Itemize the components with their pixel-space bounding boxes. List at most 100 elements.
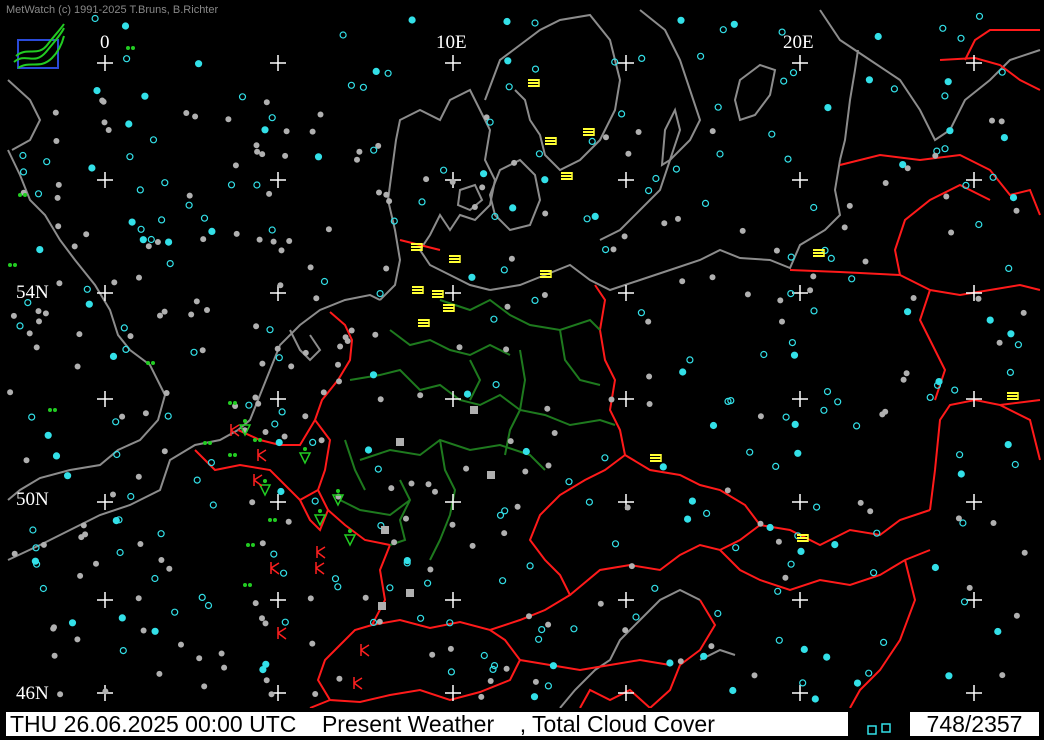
station-circle-icon xyxy=(374,465,382,473)
station-circle-icon xyxy=(941,92,949,100)
fog-symbol-icon xyxy=(797,534,809,542)
border-germany-east xyxy=(594,284,626,456)
station-circle-icon xyxy=(199,347,206,354)
station-circle-icon xyxy=(139,236,147,244)
station-count: 748/2357 xyxy=(908,710,1041,738)
weather-map: MetWatch (c) 1991-2025 T.Bruns, B.Richte… xyxy=(0,0,1044,740)
station-circle-icon xyxy=(440,166,448,174)
station-circle-icon xyxy=(88,164,96,172)
station-circle-icon xyxy=(522,447,530,456)
station-circle-icon xyxy=(196,655,203,662)
station-circle-icon xyxy=(195,60,203,68)
station-circle-icon xyxy=(270,238,277,245)
station-circle-icon xyxy=(100,98,107,105)
grid-cross-icon xyxy=(445,494,461,510)
station-circle-icon xyxy=(570,625,578,633)
station-circle-icon xyxy=(986,316,994,324)
grid-cross-icon xyxy=(445,285,461,301)
station-circle-icon xyxy=(760,350,768,359)
station-circle-icon xyxy=(427,566,434,573)
station-circle-icon xyxy=(610,246,617,253)
station-circle-icon xyxy=(118,614,126,622)
station-circle-icon xyxy=(935,378,943,386)
station-circle-icon xyxy=(33,344,40,351)
station-circle-icon xyxy=(709,128,716,135)
coastlines xyxy=(7,9,1041,708)
station-circle-icon xyxy=(178,641,184,648)
station-circle-icon xyxy=(807,287,814,294)
station-circle-icon xyxy=(501,507,509,515)
station-circle-icon xyxy=(507,438,514,445)
station-circle-icon xyxy=(80,522,87,529)
station-circle-icon xyxy=(508,255,515,262)
station-circle-icon xyxy=(372,67,380,76)
station-circle-icon xyxy=(165,238,173,246)
station-circle-icon xyxy=(503,17,511,26)
state-border-6 xyxy=(429,439,457,561)
station-square-icon xyxy=(406,589,414,597)
station-circle-icon xyxy=(882,180,889,186)
fog-symbol-icon xyxy=(540,270,552,278)
station-circle-icon xyxy=(136,186,144,194)
thunderstorm-symbol-icon xyxy=(360,644,370,657)
state-border-9 xyxy=(339,499,411,517)
station-circle-icon xyxy=(252,600,259,607)
station-circle-icon xyxy=(52,452,61,460)
grid-cross-icon xyxy=(270,592,286,608)
station-circle-icon xyxy=(157,312,163,319)
station-circle-icon xyxy=(632,613,640,621)
station-circle-icon xyxy=(489,665,497,674)
station-circle-icon xyxy=(990,520,997,526)
station-circle-icon xyxy=(545,621,552,628)
fog-symbol-icon xyxy=(528,79,540,87)
station-circle-icon xyxy=(23,457,30,464)
station-circle-icon xyxy=(608,396,615,403)
station-circle-icon xyxy=(541,292,548,298)
station-circle-icon xyxy=(135,595,142,602)
station-circle-icon xyxy=(127,492,135,501)
drizzle-symbol-icon xyxy=(126,46,135,50)
station-circle-icon xyxy=(254,148,261,155)
station-circle-icon xyxy=(645,318,652,325)
station-circle-icon xyxy=(617,110,626,118)
coastline-sweden xyxy=(484,13,622,172)
station-circle-icon xyxy=(732,544,740,552)
lat-label-54n: 54N xyxy=(16,282,49,303)
grid-cross-icon xyxy=(97,172,113,188)
state-border-8 xyxy=(559,329,601,386)
station-circle-icon xyxy=(325,226,332,233)
station-circle-icon xyxy=(621,233,628,240)
station-circle-icon xyxy=(503,346,510,353)
station-circle-icon xyxy=(348,327,355,334)
border-austria-italy xyxy=(519,658,671,672)
station-circle-icon xyxy=(391,539,398,546)
station-circle-icon xyxy=(644,187,653,195)
station-circle-icon xyxy=(812,503,821,511)
station-circle-icon xyxy=(724,487,731,494)
station-circle-icon xyxy=(701,199,710,207)
station-circle-icon xyxy=(208,227,216,235)
station-circle-icon xyxy=(480,651,488,660)
station-circle-icon xyxy=(998,68,1006,76)
station-circle-icon xyxy=(628,563,635,570)
station-circle-icon xyxy=(116,548,124,557)
border-switzerland xyxy=(316,624,522,704)
station-circle-icon xyxy=(54,194,61,201)
drizzle-symbol-icon xyxy=(228,401,237,405)
thunderstorm-symbol-icon xyxy=(270,562,280,575)
state-border-10 xyxy=(469,359,482,401)
station-circle-icon xyxy=(263,677,270,684)
station-circle-icon xyxy=(541,176,549,184)
lat-label-50n: 50N xyxy=(16,489,49,510)
grid-cross-icon xyxy=(792,172,808,188)
station-circle-icon xyxy=(955,451,964,459)
station-circle-icon xyxy=(788,339,797,347)
station-circle-icon xyxy=(790,351,799,359)
station-circle-icon xyxy=(903,308,912,316)
station-circle-icon xyxy=(34,190,43,198)
station-circle-icon xyxy=(463,465,470,472)
station-circle-icon xyxy=(679,368,687,376)
station-circle-icon xyxy=(729,686,737,695)
station-circle-icon xyxy=(500,266,508,274)
station-circle-icon xyxy=(1013,207,1020,214)
